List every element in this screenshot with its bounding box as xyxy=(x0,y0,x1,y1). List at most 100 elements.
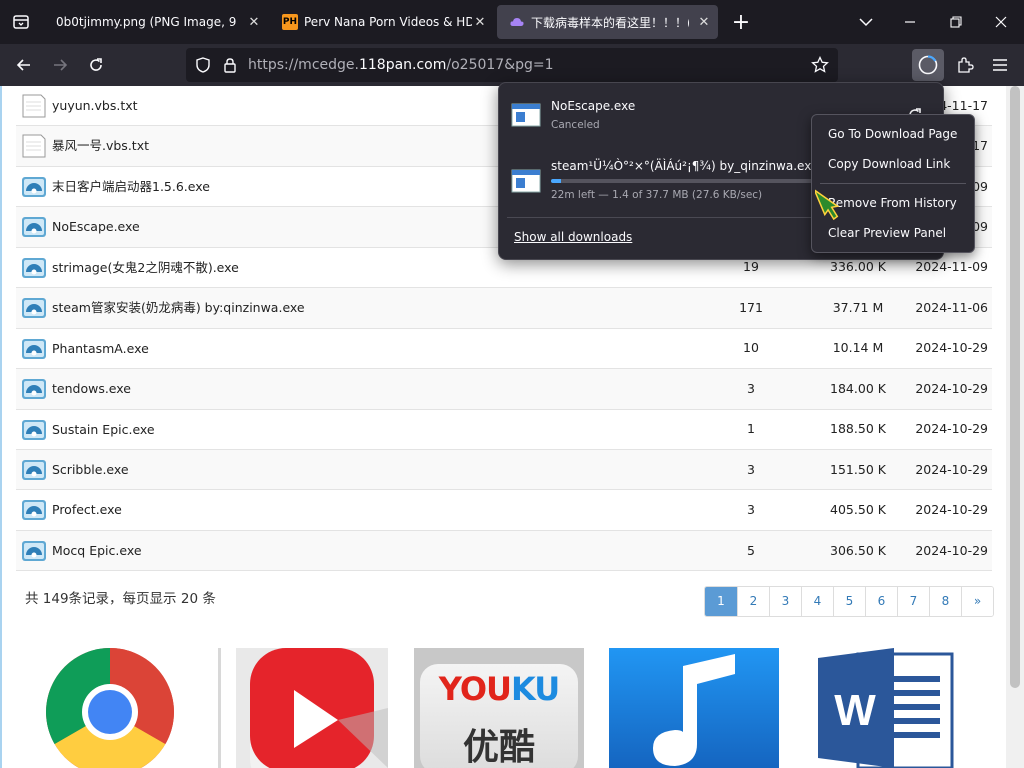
menu-item-clear-preview-panel[interactable]: Clear Preview Panel xyxy=(828,226,946,240)
app-icon-row: YOUKU 优酷 W xyxy=(0,648,1000,768)
table-row[interactable]: steam管家安装(奶龙病毒) by:qinzinwa.exe 171 37.71 … xyxy=(16,288,992,329)
download-context-menu: Go To Download Page Copy Download Link R… xyxy=(811,114,975,253)
tracking-protection-shield-icon[interactable] xyxy=(195,57,211,73)
exe-file-icon xyxy=(22,338,46,359)
table-row[interactable]: Sustain Epic.exe 1 188.50 K 2024-10-29 xyxy=(16,410,992,450)
exe-file-icon xyxy=(22,176,46,197)
tab-png-image[interactable]: 0b0tjimmy.png (PNG Image, 918 × 8 ✕ xyxy=(44,5,268,39)
divider xyxy=(820,183,966,184)
youku-logo-text: YOUKU xyxy=(438,670,560,708)
file-size: 37.71 M xyxy=(832,299,884,315)
page-4-button[interactable]: 4 xyxy=(801,587,833,616)
forward-arrow-icon xyxy=(54,59,68,71)
page-1-button[interactable]: 1 xyxy=(705,587,737,616)
exe-file-icon xyxy=(511,169,541,193)
close-tab-icon[interactable]: ✕ xyxy=(472,5,488,39)
close-tab-icon[interactable]: ✕ xyxy=(696,5,712,39)
table-row[interactable]: Mocq Epic.exe 5 306.50 K 2024-10-29 xyxy=(16,530,992,572)
video-player-icon[interactable] xyxy=(236,648,388,768)
download-count: 10 xyxy=(743,340,759,356)
exe-file-icon xyxy=(22,500,46,521)
file-date: 2024-10-29 xyxy=(915,502,988,518)
new-tab-button[interactable]: + xyxy=(728,8,754,36)
page-7-button[interactable]: 7 xyxy=(897,587,929,616)
file-size: 306.50 K xyxy=(830,542,886,558)
page-scrollbar[interactable] xyxy=(1006,86,1024,768)
scrollbar-thumb[interactable] xyxy=(1010,86,1020,688)
next-page-button[interactable]: » xyxy=(961,587,993,616)
file-name[interactable]: steam管家安装(奶龙病毒) by:qinzinwa.exe xyxy=(52,288,305,328)
url-domain: 118pan.com xyxy=(358,57,447,73)
file-name[interactable]: Sustain Epic.exe xyxy=(52,410,155,450)
show-all-downloads-button[interactable]: Show all downloads xyxy=(514,230,632,244)
page-3-button[interactable]: 3 xyxy=(769,587,801,616)
file-name[interactable]: NoEscape.exe xyxy=(52,207,140,247)
file-name[interactable]: tendows.exe xyxy=(52,369,131,409)
download-count: 5 xyxy=(747,542,755,558)
hamburger-menu-icon xyxy=(993,59,1007,71)
download-progress-icon xyxy=(918,55,938,75)
lock-icon[interactable] xyxy=(222,57,238,73)
reload-button[interactable] xyxy=(81,50,111,80)
download-count: 1 xyxy=(747,421,755,437)
word-icon[interactable]: W xyxy=(806,648,956,768)
bookmark-star-icon[interactable] xyxy=(811,56,829,74)
address-bar[interactable]: https://mcedge.118pan.com/o25017&pg=1 xyxy=(186,48,838,82)
page-5-button[interactable]: 5 xyxy=(833,587,865,616)
file-name[interactable]: PhantasmA.exe xyxy=(52,329,149,369)
chrome-icon[interactable] xyxy=(20,648,200,768)
menu-item-copy-download-link[interactable]: Copy Download Link xyxy=(828,157,950,171)
file-date: 2024-10-29 xyxy=(915,421,988,437)
file-name[interactable]: 末日客户端启动器1.5.6.exe xyxy=(52,167,210,207)
table-row[interactable]: PhantasmA.exe 10 10.14 M 2024-10-29 xyxy=(16,329,992,370)
app-menu-button[interactable] xyxy=(985,50,1015,80)
back-arrow-icon xyxy=(16,59,30,71)
forward-button[interactable] xyxy=(45,50,75,80)
list-all-tabs-button[interactable] xyxy=(844,0,888,44)
file-name[interactable]: strimage(女鬼2之阴魂不散).exe xyxy=(52,248,239,288)
download-progress-fill xyxy=(551,179,561,183)
restore-button[interactable] xyxy=(934,0,978,44)
file-size: 188.50 K xyxy=(830,421,886,437)
file-name[interactable]: Mocq Epic.exe xyxy=(52,531,142,571)
back-button[interactable] xyxy=(9,50,39,80)
table-row[interactable]: Scribble.exe 3 151.50 K 2024-10-29 xyxy=(16,449,992,491)
download-progress-bar xyxy=(551,179,815,183)
file-size: 405.50 K xyxy=(830,502,886,518)
file-name[interactable]: Scribble.exe xyxy=(52,450,129,490)
extensions-button[interactable] xyxy=(950,50,980,80)
downloads-button[interactable] xyxy=(912,49,944,81)
restore-icon xyxy=(950,16,962,28)
record-summary: 共 149条记录，每页显示 20 条 xyxy=(25,591,216,607)
exe-file-icon xyxy=(22,217,46,238)
exe-file-icon xyxy=(22,298,46,319)
download-count: 171 xyxy=(739,299,763,315)
tab-active-download-page[interactable]: 下载病毒样本的看这里！！！(歌 ✕ xyxy=(497,5,718,39)
file-name[interactable]: yuyun.vbs.txt xyxy=(52,86,138,126)
table-row[interactable]: Profect.exe 3 405.50 K 2024-10-29 xyxy=(16,490,992,531)
file-date: 2024-10-29 xyxy=(915,380,988,396)
download-filename: NoEscape.exe xyxy=(551,99,636,113)
tab-list-button[interactable] xyxy=(0,0,42,44)
minimize-button[interactable] xyxy=(888,0,932,44)
close-window-button[interactable] xyxy=(979,0,1023,44)
file-name[interactable]: 暴风一号.vbs.txt xyxy=(52,126,149,166)
youku-icon[interactable]: YOUKU 优酷 xyxy=(414,648,584,768)
page-2-button[interactable]: 2 xyxy=(737,587,769,616)
url-path: /o25017&pg=1 xyxy=(446,57,554,73)
tab-strip: 0b0tjimmy.png (PNG Image, 918 × 8 ✕ PH P… xyxy=(0,0,1024,44)
music-icon[interactable] xyxy=(609,648,779,768)
close-tab-icon[interactable]: ✕ xyxy=(246,5,262,39)
page-6-button[interactable]: 6 xyxy=(865,587,897,616)
file-name[interactable]: Profect.exe xyxy=(52,490,122,530)
download-filename: steam¹Ü¼Ò°²×°(ÄÌÁú²¡¶¾) by_qinzinwa.exe xyxy=(551,159,819,173)
tab-title: 0b0tjimmy.png (PNG Image, 918 × 8 xyxy=(56,15,236,29)
tab-video-site[interactable]: PH Perv Nana Porn Videos & HD Sce ✕ xyxy=(270,5,494,39)
chevron-down-icon xyxy=(859,18,873,27)
table-row[interactable]: tendows.exe 3 184.00 K 2024-10-29 xyxy=(16,369,992,410)
menu-item-go-to-download-page[interactable]: Go To Download Page xyxy=(828,127,957,141)
download-count: 3 xyxy=(747,380,755,396)
page-8-button[interactable]: 8 xyxy=(929,587,961,616)
url-text[interactable]: https://mcedge.118pan.com/o25017&pg=1 xyxy=(248,48,554,82)
exe-file-icon xyxy=(22,459,46,480)
